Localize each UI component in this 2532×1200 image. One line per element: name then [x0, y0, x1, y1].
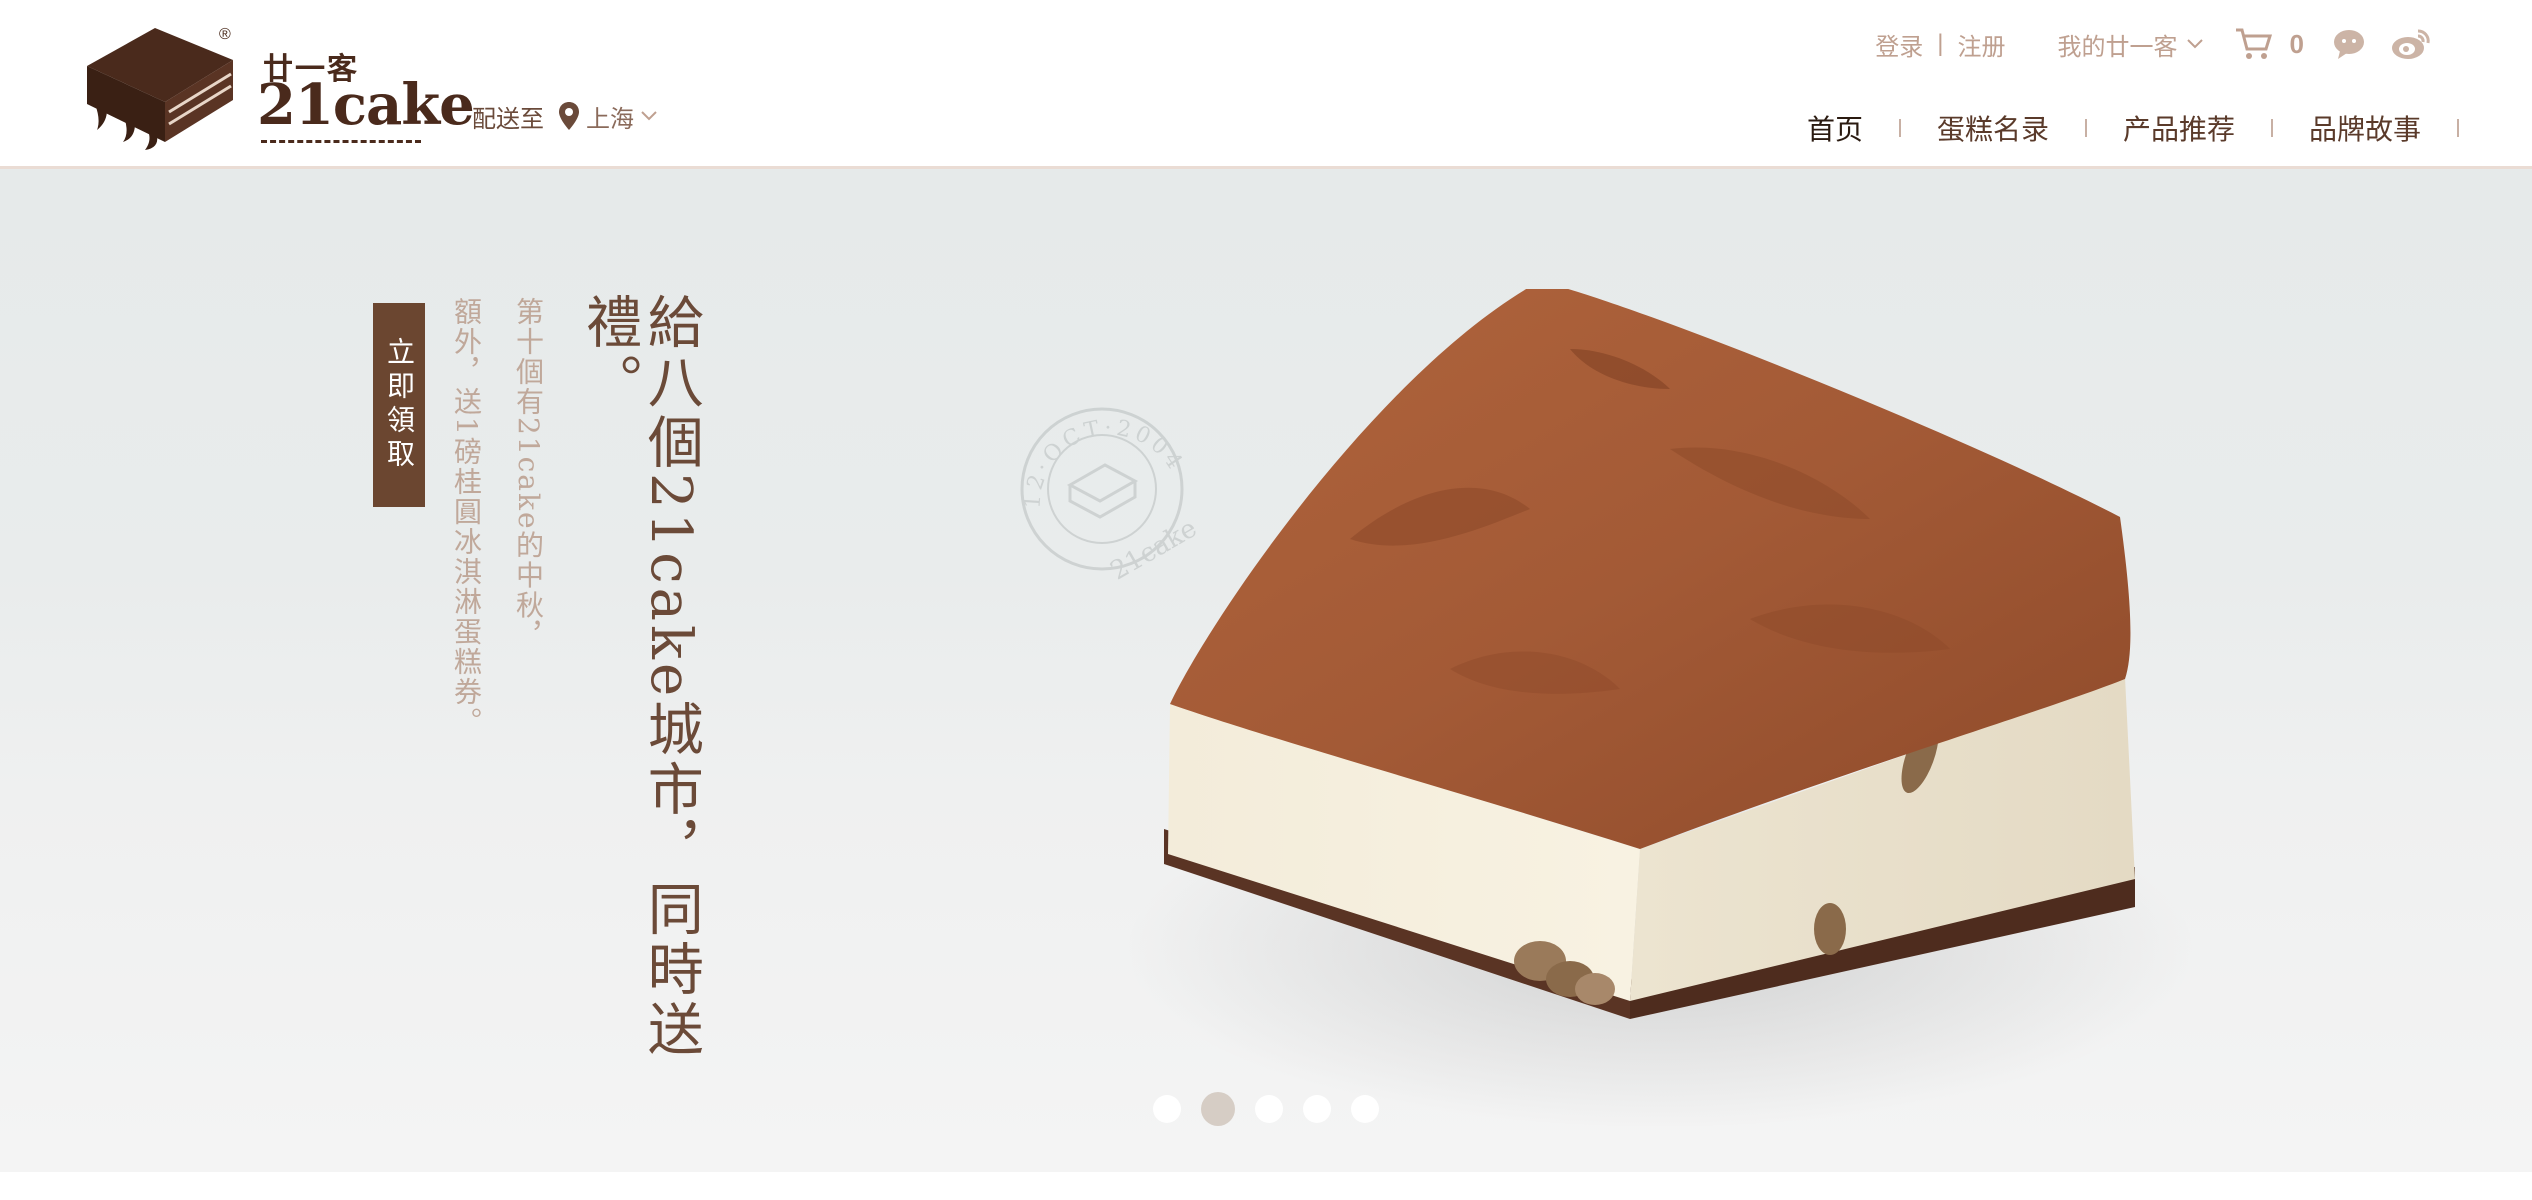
- city-name: 上海: [586, 105, 634, 133]
- weibo-icon[interactable]: [2390, 27, 2432, 61]
- my-account-dropdown[interactable]: 我的廿一客: [2058, 27, 2204, 62]
- nav-cake-catalog[interactable]: 蛋糕名录: [1919, 108, 2067, 148]
- nav-divider: [1898, 119, 1901, 137]
- carousel-dot-active[interactable]: [1201, 1092, 1235, 1126]
- delivery-selector: 配送至 上海: [472, 96, 658, 136]
- nav-brand-story[interactable]: 品牌故事: [2291, 108, 2439, 148]
- registered-mark: ®: [219, 26, 231, 43]
- nav-divider: [2457, 119, 2459, 137]
- wechat-icon[interactable]: [2332, 27, 2370, 61]
- chevron-down-icon: [2186, 39, 2203, 49]
- delivery-label: 配送至: [472, 105, 544, 133]
- cart-icon: [2235, 28, 2272, 59]
- carousel-dot[interactable]: [1153, 1095, 1181, 1123]
- cart-count: 0: [2289, 28, 2304, 59]
- carousel-dot[interactable]: [1351, 1095, 1379, 1123]
- nav-home[interactable]: 首页: [1789, 108, 1881, 148]
- carousel-dot[interactable]: [1255, 1095, 1283, 1123]
- brand-logo[interactable]: ® 廿一客 21cake: [85, 24, 475, 154]
- nav-divider: [2270, 119, 2273, 137]
- my-account-label: 我的廿一客: [2057, 33, 2178, 61]
- nav-recommended[interactable]: 产品推荐: [2105, 108, 2253, 148]
- login-link[interactable]: 登录: [1875, 27, 1923, 62]
- city-dropdown[interactable]: 上海: [558, 99, 658, 134]
- chevron-down-icon: [641, 111, 657, 121]
- nav-divider: [2084, 119, 2087, 137]
- carousel-dot[interactable]: [1303, 1095, 1331, 1123]
- social-links: [2332, 27, 2432, 61]
- brand-name-en: 21cake: [257, 72, 475, 138]
- account-links: 登录 | 注册 我的廿一客 0: [1875, 22, 2432, 66]
- banner-subline-1: 第十個有21cake的中秋，: [512, 297, 545, 651]
- banner-headline: 給八個21cake城市，同時送禮。: [576, 293, 704, 1061]
- logo-underline: [261, 140, 421, 143]
- claim-button[interactable]: 立即領取: [373, 303, 425, 507]
- location-pin-icon: [559, 102, 579, 130]
- link-separator: |: [1937, 30, 1944, 57]
- cake-logo-icon: [87, 28, 233, 150]
- hero-banner[interactable]: 立即領取 額外，送1磅桂圓冰淇淋蛋糕券。 第十個有21cake的中秋， 給八個2…: [0, 169, 2532, 1172]
- cart-button[interactable]: 0: [2234, 27, 2304, 61]
- tiramisu-cake-image: [1164, 289, 2135, 1019]
- content-below-fold: [0, 1172, 2532, 1200]
- main-nav: 首页 蛋糕名录 产品推荐 品牌故事: [1789, 104, 2477, 152]
- register-link[interactable]: 注册: [1958, 27, 2006, 62]
- banner-subline-2: 額外，送1磅桂圓冰淇淋蛋糕券。: [450, 297, 483, 737]
- site-header: ® 廿一客 21cake 配送至 上海 登录 | 注册 我的廿一客 0 首页 蛋…: [0, 0, 2532, 169]
- carousel-dots: [1153, 1092, 1379, 1126]
